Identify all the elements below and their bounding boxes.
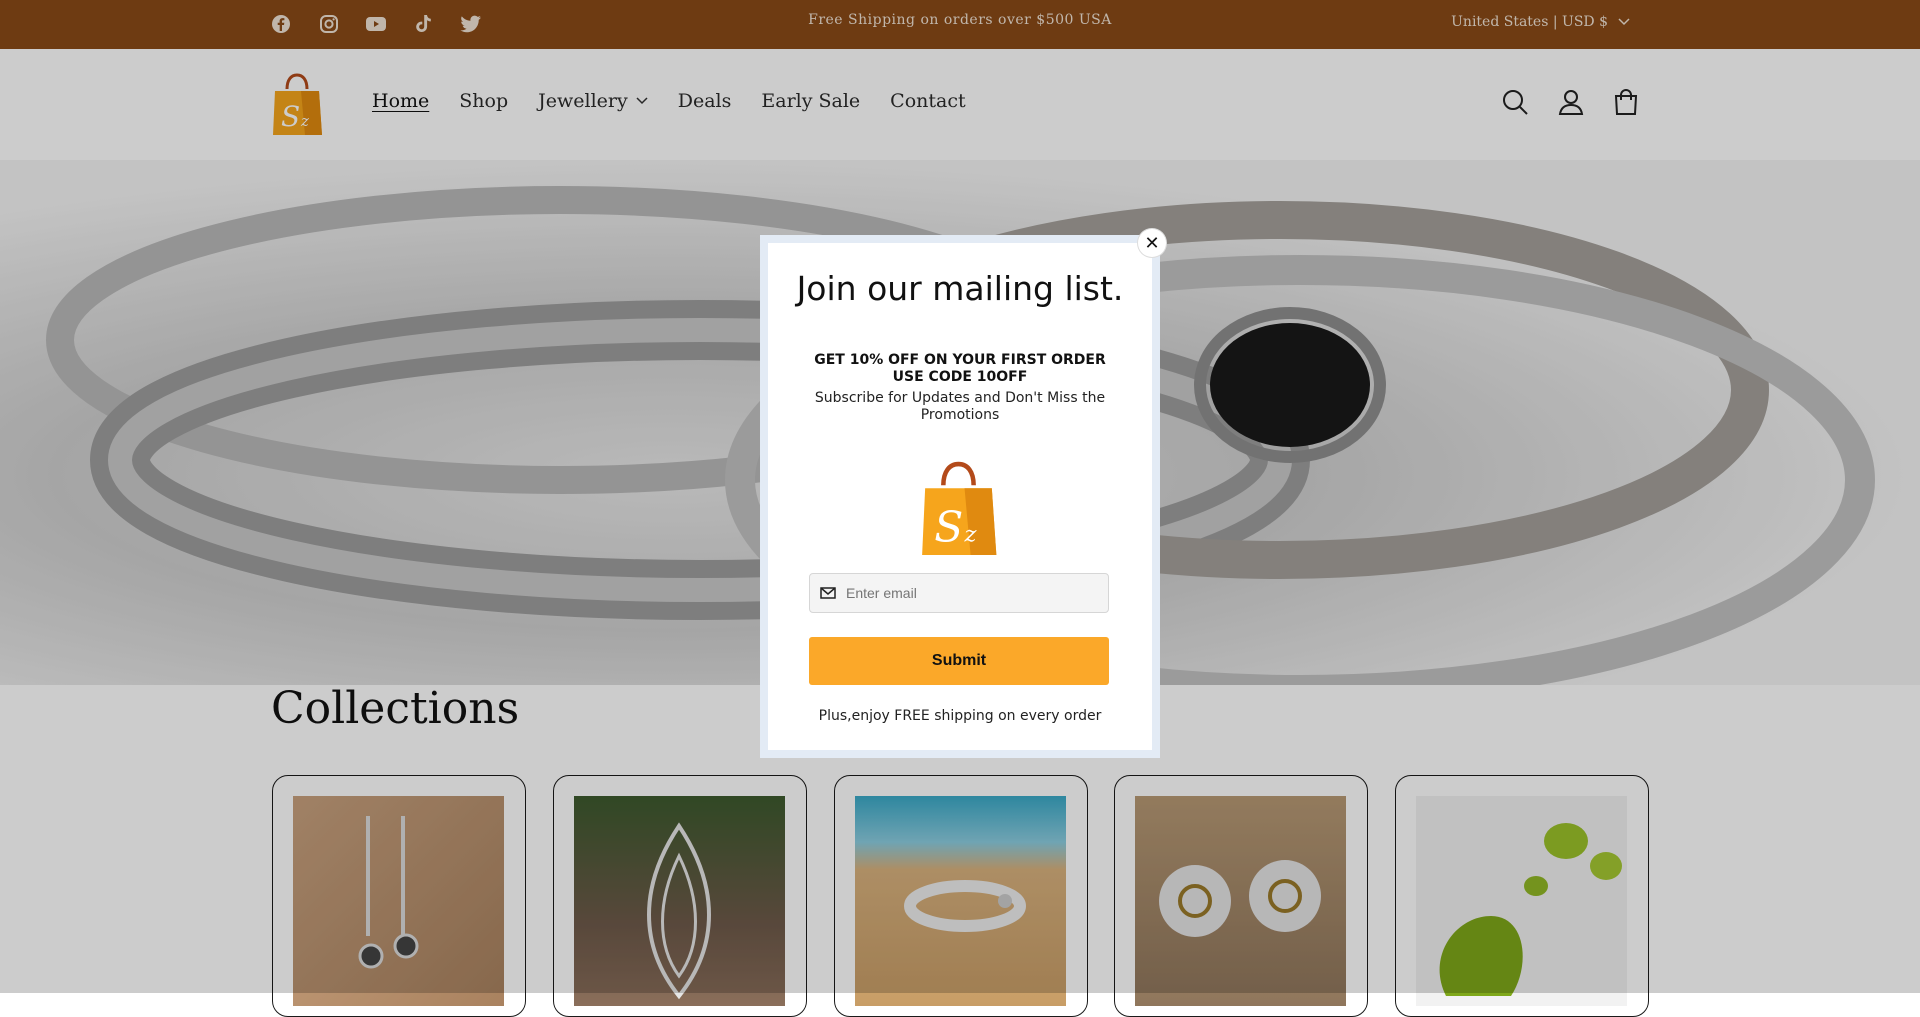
mail-icon <box>820 587 836 599</box>
popup-title: Join our mailing list. <box>796 269 1124 308</box>
submit-button[interactable]: Submit <box>809 637 1109 685</box>
popup-footer-text: Plus,enjoy FREE shipping on every order <box>818 708 1102 724</box>
email-input[interactable] <box>844 584 1088 602</box>
popup-brand-logo: S z <box>919 458 1001 558</box>
email-field[interactable] <box>809 573 1109 613</box>
newsletter-popup: Join our mailing list. GET 10% OFF ON YO… <box>760 235 1160 758</box>
svg-text:S: S <box>934 503 963 552</box>
close-icon[interactable]: ✕ <box>1138 229 1166 257</box>
svg-text:z: z <box>964 521 978 547</box>
popup-offer-text: GET 10% OFF ON YOUR FIRST ORDER USE CODE… <box>814 352 1106 385</box>
popup-subtitle: Subscribe for Updates and Don't Miss the… <box>814 390 1106 423</box>
